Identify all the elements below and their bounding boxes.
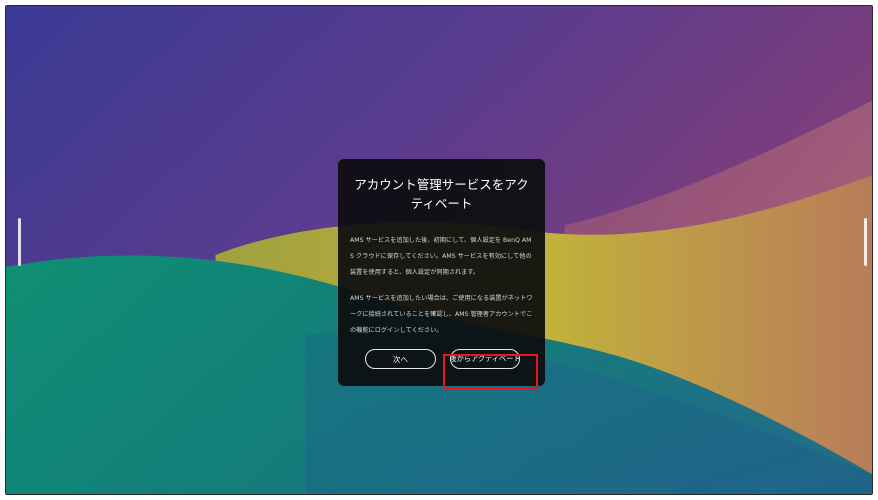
dialog-title: アカウント管理サービスをアクティベート (354, 177, 529, 211)
dialog-body: AMS サービスを追加した後、初期にして、個人設定を BenQ AMS クラウド… (350, 233, 533, 339)
dialog-paragraph: AMS サービスを追加したい場合は、ご使用になる装置がネットワークに接続されてい… (350, 295, 533, 334)
dialog-paragraph: AMS サービスを追加した後、初期にして、個人設定を BenQ AMS クラウド… (350, 237, 532, 276)
right-edge-handle[interactable] (864, 218, 867, 266)
left-edge-handle[interactable] (18, 218, 21, 266)
highlight-box (443, 354, 538, 389)
ams-activation-dialog: アカウント管理サービスをアクティベート AMS サービスを追加した後、初期にして… (338, 159, 545, 386)
next-button[interactable]: 次へ (365, 349, 436, 369)
